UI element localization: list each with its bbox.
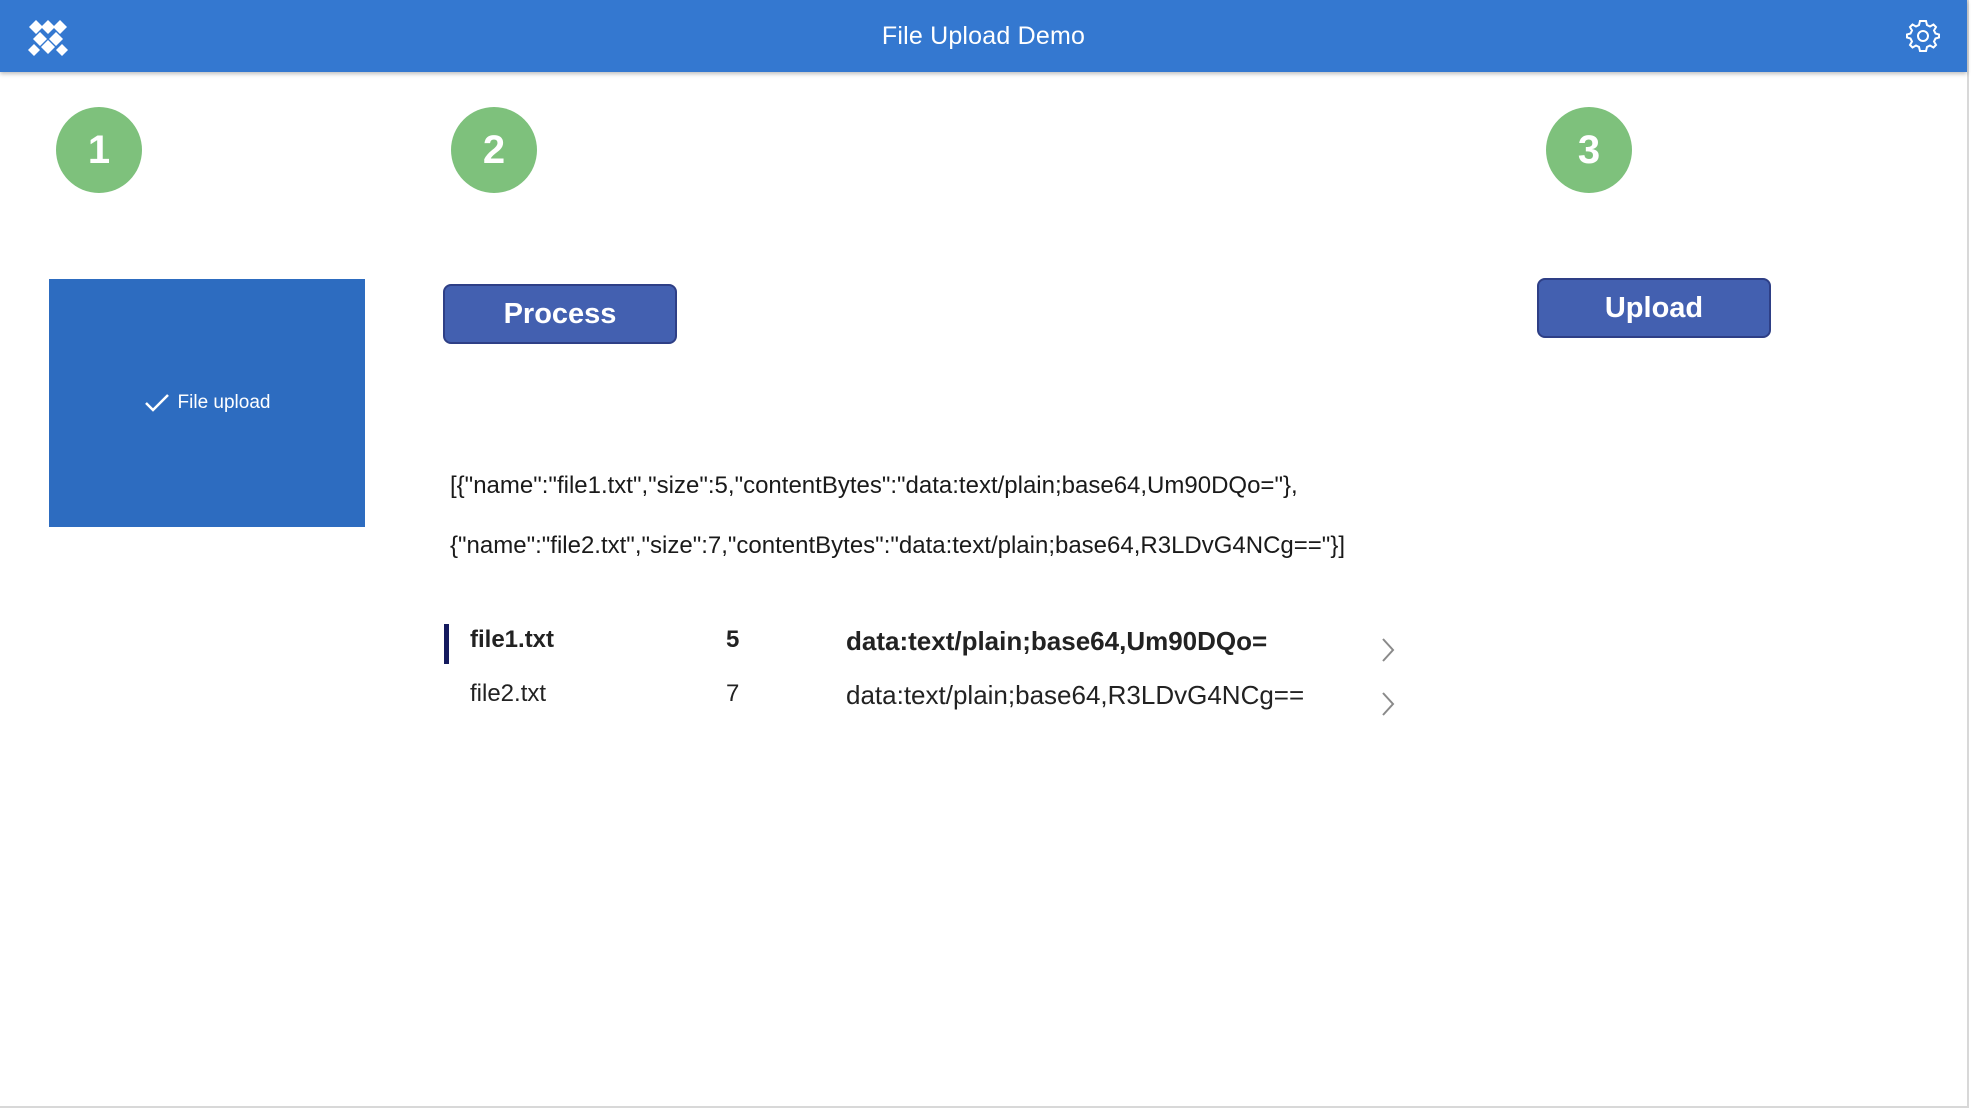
file-name: file1.txt bbox=[470, 626, 555, 653]
process-button[interactable]: Process bbox=[443, 284, 677, 344]
json-output-line-2: {"name":"file2.txt","size":7,"contentByt… bbox=[450, 532, 1346, 559]
file-size: 5 bbox=[726, 626, 740, 653]
upload-button[interactable]: Upload bbox=[1537, 278, 1771, 338]
checkmark-icon bbox=[144, 394, 169, 412]
file-upload-content: File upload bbox=[144, 392, 271, 414]
file-gallery: file1.txt 5 data:text/plain;base64,Um90D… bbox=[440, 618, 1400, 726]
app-canvas: File Upload Demo 1 2 3 File upload Proce… bbox=[0, 0, 1969, 1108]
gallery-row[interactable]: file2.txt 7 data:text/plain;base64,R3LDv… bbox=[440, 672, 1400, 726]
step-badge-2: 2 bbox=[451, 107, 537, 193]
page-title: File Upload Demo bbox=[881, 22, 1086, 50]
chevron-right-icon[interactable] bbox=[1378, 689, 1398, 719]
file-content-bytes: data:text/plain;base64,Um90DQo= bbox=[846, 626, 1268, 656]
step-badge-3: 3 bbox=[1546, 107, 1632, 193]
gear-icon[interactable] bbox=[1905, 18, 1941, 54]
json-output-line-1: [{"name":"file1.txt","size":5,"contentBy… bbox=[450, 472, 1298, 499]
step-badge-1: 1 bbox=[56, 107, 142, 193]
file-upload-label: File upload bbox=[177, 392, 271, 413]
gallery-row[interactable]: file1.txt 5 data:text/plain;base64,Um90D… bbox=[440, 618, 1400, 672]
json-output-text: [{"name":"file1.txt","size":5,"contentBy… bbox=[450, 441, 1490, 591]
file-name: file2.txt bbox=[470, 680, 547, 707]
file-upload-control[interactable]: File upload bbox=[49, 279, 365, 527]
app-frame: File Upload Demo 1 2 3 File upload Proce… bbox=[0, 0, 1971, 1110]
header-bar: File Upload Demo bbox=[0, 0, 1967, 72]
file-content-bytes: data:text/plain;base64,R3LDvG4NCg== bbox=[846, 680, 1305, 710]
selection-indicator bbox=[444, 624, 449, 664]
file-size: 7 bbox=[726, 680, 740, 707]
chevron-right-icon[interactable] bbox=[1378, 635, 1398, 665]
